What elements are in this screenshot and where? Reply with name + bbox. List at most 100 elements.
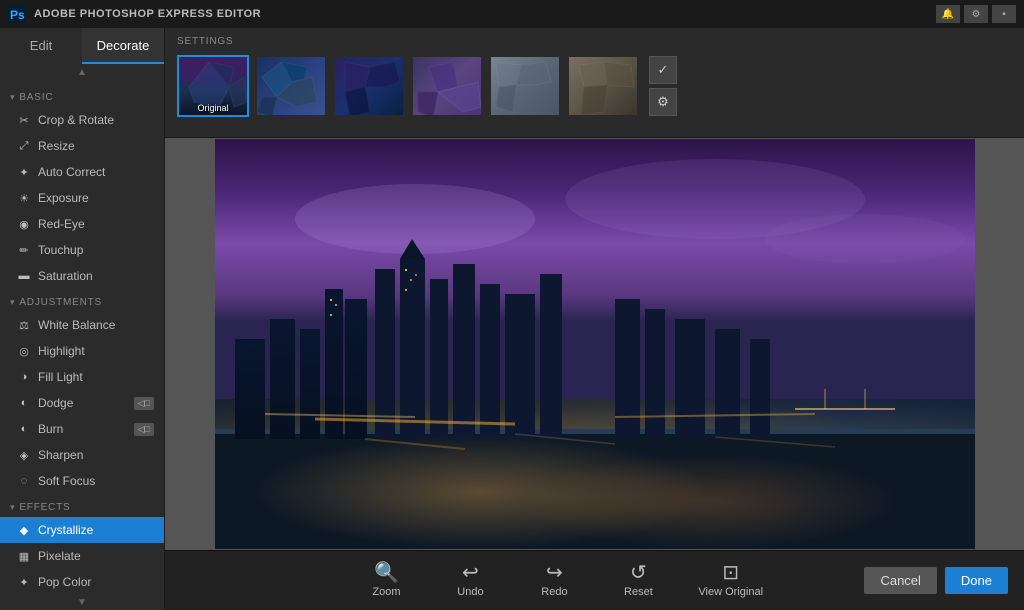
toolbar-right: Cancel Done — [864, 567, 1008, 594]
redo-label: Redo — [541, 586, 567, 598]
settings-gear-btn[interactable]: ⚙ — [649, 88, 677, 116]
highlight-label: Highlight — [38, 344, 85, 358]
burn-label: Burn — [38, 422, 63, 436]
auto-correct-icon: ✦ — [16, 164, 32, 180]
burn-badge: ◁□ — [134, 423, 154, 436]
sidebar-item-crystallize[interactable]: ◆ Crystallize — [0, 517, 164, 543]
tab-decorate[interactable]: Decorate — [82, 28, 164, 64]
view-original-btn[interactable]: ⊡ View Original — [698, 563, 763, 598]
reset-icon: ↺ — [630, 563, 647, 583]
crystallize-label: Crystallize — [38, 523, 93, 537]
exposure-label: Exposure — [38, 191, 89, 205]
notification-btn[interactable]: 🔔 — [936, 5, 960, 23]
sidebar-item-pop-color[interactable]: ✦ Pop Color — [0, 569, 164, 594]
thumbnails-row: Original — [177, 55, 1012, 117]
touchup-label: Touchup — [38, 243, 83, 257]
apply-btn[interactable]: ✓ — [649, 56, 677, 84]
tab-edit[interactable]: Edit — [0, 28, 82, 64]
svg-text:Ps: Ps — [10, 8, 25, 22]
sharpen-label: Sharpen — [38, 448, 83, 462]
dodge-icon: ◐ — [16, 395, 32, 411]
sidebar-item-dodge[interactable]: ◐ Dodge ◁□ — [0, 390, 164, 416]
thumbnail-actions: ✓ ⚙ — [649, 56, 677, 116]
sidebar-item-sharpen[interactable]: ◈ Sharpen — [0, 442, 164, 468]
thumbnail-crystal5[interactable] — [567, 55, 639, 117]
crystallize-icon: ◆ — [16, 522, 32, 538]
red-eye-label: Red-Eye — [38, 217, 85, 231]
settings-label: SETTINGS — [177, 36, 1012, 47]
thumbnail-crystal4[interactable] — [489, 55, 561, 117]
saturation-label: Saturation — [38, 269, 93, 283]
section-basic: BASIC — [0, 84, 164, 107]
redo-btn[interactable]: ↪ Redo — [530, 563, 578, 598]
scroll-top-btn[interactable]: ▲ — [0, 64, 164, 80]
done-button[interactable]: Done — [945, 567, 1008, 594]
sidebar-item-touchup[interactable]: ✏ Touchup — [0, 237, 164, 263]
red-eye-icon: ◉ — [16, 216, 32, 232]
zoom-label: Zoom — [372, 586, 400, 598]
undo-label: Undo — [457, 586, 483, 598]
sidebar: Edit Decorate ▲ BASIC ✂ Crop & Rotate ⤢ … — [0, 28, 165, 610]
sidebar-item-auto-correct[interactable]: ✦ Auto Correct — [0, 159, 164, 185]
exposure-icon: ☀ — [16, 190, 32, 206]
cancel-button[interactable]: Cancel — [864, 567, 936, 594]
soft-focus-label: Soft Focus — [38, 474, 95, 488]
photo-container — [215, 139, 975, 549]
settings-bar: SETTINGS Original — [165, 28, 1024, 138]
zoom-icon: 🔍 — [374, 563, 399, 583]
thumbnail-original-label: Original — [197, 103, 228, 113]
fill-light-label: Fill Light — [38, 370, 83, 384]
auto-correct-label: Auto Correct — [38, 165, 105, 179]
sidebar-item-white-balance[interactable]: ⚖ White Balance — [0, 312, 164, 338]
sidebar-item-highlight[interactable]: ◎ Highlight — [0, 338, 164, 364]
sidebar-item-pixelate[interactable]: ▦ Pixelate — [0, 543, 164, 569]
crop-rotate-icon: ✂ — [16, 112, 32, 128]
sidebar-content: BASIC ✂ Crop & Rotate ⤢ Resize ✦ Auto Co… — [0, 80, 164, 594]
thumbnail-crystal2[interactable] — [333, 55, 405, 117]
thumbnail-original[interactable]: Original — [177, 55, 249, 117]
pixelate-label: Pixelate — [38, 549, 81, 563]
sidebar-item-exposure[interactable]: ☀ Exposure — [0, 185, 164, 211]
app-logo: Ps — [8, 5, 26, 23]
sidebar-item-resize[interactable]: ⤢ Resize — [0, 133, 164, 159]
section-adjustments: ADJUSTMENTS — [0, 289, 164, 312]
fill-light-icon: ◑ — [16, 369, 32, 385]
resize-label: Resize — [38, 139, 75, 153]
bottom-toolbar: 🔍 Zoom ↩ Undo ↪ Redo ↺ Reset ⊡ View O — [165, 550, 1024, 610]
sidebar-item-fill-light[interactable]: ◑ Fill Light — [0, 364, 164, 390]
sidebar-item-saturation[interactable]: ▬ Saturation — [0, 263, 164, 289]
app-title: ADOBE PHOTOSHOP EXPRESS EDITOR — [34, 8, 928, 20]
reset-btn[interactable]: ↺ Reset — [614, 563, 662, 598]
main-area: Edit Decorate ▲ BASIC ✂ Crop & Rotate ⤢ … — [0, 28, 1024, 610]
section-effects: EFFECTS — [0, 494, 164, 517]
canvas-area — [165, 138, 1024, 550]
sidebar-item-burn[interactable]: ◐ Burn ◁□ — [0, 416, 164, 442]
view-original-icon: ⊡ — [722, 563, 739, 583]
highlight-icon: ◎ — [16, 343, 32, 359]
saturation-icon: ▬ — [16, 268, 32, 284]
burn-icon: ◐ — [16, 421, 32, 437]
sidebar-item-soft-focus[interactable]: ◌ Soft Focus — [0, 468, 164, 494]
redo-icon: ↪ — [546, 563, 563, 583]
sharpen-icon: ◈ — [16, 447, 32, 463]
city-skyline-svg — [215, 139, 975, 549]
window-btn[interactable]: ▪ — [992, 5, 1016, 23]
view-original-label: View Original — [698, 586, 763, 598]
touchup-icon: ✏ — [16, 242, 32, 258]
pop-color-label: Pop Color — [38, 575, 91, 589]
pop-color-icon: ✦ — [16, 574, 32, 590]
settings-btn[interactable]: ⚙ — [964, 5, 988, 23]
sidebar-item-red-eye[interactable]: ◉ Red-Eye — [0, 211, 164, 237]
scroll-bottom-btn[interactable]: ▼ — [0, 594, 164, 610]
sidebar-item-crop-rotate[interactable]: ✂ Crop & Rotate — [0, 107, 164, 133]
pixelate-icon: ▦ — [16, 548, 32, 564]
content-area: SETTINGS Original — [165, 28, 1024, 610]
reset-label: Reset — [624, 586, 653, 598]
window-controls: 🔔 ⚙ ▪ — [936, 5, 1016, 23]
thumbnail-crystal1[interactable] — [255, 55, 327, 117]
title-bar: Ps ADOBE PHOTOSHOP EXPRESS EDITOR 🔔 ⚙ ▪ — [0, 0, 1024, 28]
thumbnail-crystal3[interactable] — [411, 55, 483, 117]
undo-btn[interactable]: ↩ Undo — [446, 563, 494, 598]
toolbar-center: 🔍 Zoom ↩ Undo ↪ Redo ↺ Reset ⊡ View O — [261, 563, 864, 598]
zoom-btn[interactable]: 🔍 Zoom — [362, 563, 410, 598]
